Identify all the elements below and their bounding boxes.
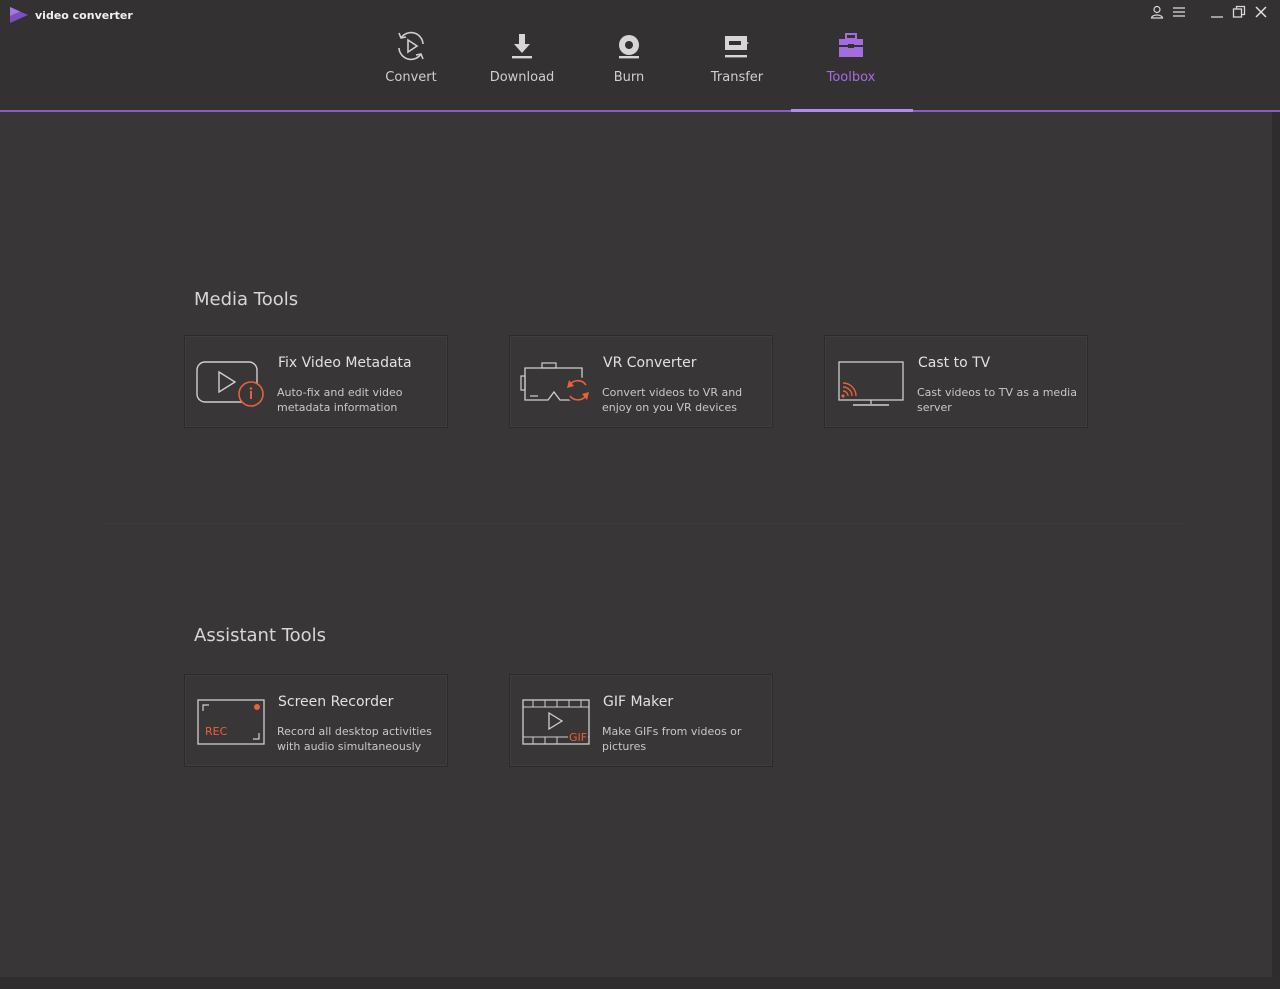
card-title: Fix Video Metadata xyxy=(278,355,412,371)
window-controls xyxy=(1146,3,1272,21)
card-description: Cast videos to TV as a media server xyxy=(917,386,1077,414)
card-title: VR Converter xyxy=(603,355,697,371)
section-divider xyxy=(104,523,1188,524)
screen-record-icon: REC xyxy=(197,699,265,745)
status-bar xyxy=(0,977,1280,989)
video-info-icon xyxy=(196,361,264,407)
logo-play-icon xyxy=(10,7,28,23)
cast-to-tv-card[interactable]: Cast to TV Cast videos to TV as a media … xyxy=(824,335,1088,428)
vr-headset-icon xyxy=(520,362,591,403)
card-title: GIF Maker xyxy=(603,694,674,710)
rec-label: REC xyxy=(205,725,228,738)
tab-transfer[interactable]: Transfer xyxy=(706,28,768,110)
gif-maker-card[interactable]: GIF GIF Maker Make GIFs from videos or p… xyxy=(509,674,773,767)
tab-label: Download xyxy=(489,70,555,85)
cast-tv-icon xyxy=(838,361,904,406)
download-icon xyxy=(505,28,539,64)
gif-label: GIF xyxy=(569,731,587,744)
transfer-icon xyxy=(720,28,754,64)
card-description: Convert videos to VR and enjoy on you VR… xyxy=(602,386,743,414)
disc-icon xyxy=(612,28,646,64)
tab-burn[interactable]: Burn xyxy=(604,28,654,110)
main-tabs: Convert Download Burn Transfer Toolbox xyxy=(0,28,1280,110)
fix-video-metadata-card[interactable]: Fix Video Metadata Auto-fix and edit vid… xyxy=(184,335,448,428)
tab-download[interactable]: Download xyxy=(487,28,557,110)
section-title-assistant-tools: Assistant Tools xyxy=(194,625,327,646)
top-bar: video converter Convert Download Burn Tr… xyxy=(0,0,1280,110)
close-icon[interactable] xyxy=(1250,3,1272,21)
toolbox-panel xyxy=(0,112,1272,977)
tab-label: Toolbox xyxy=(826,70,876,85)
account-icon[interactable] xyxy=(1146,3,1168,21)
tab-convert[interactable]: Convert xyxy=(381,28,441,110)
screen-recorder-card[interactable]: REC Screen Recorder Record all desktop a… xyxy=(184,674,448,767)
convert-icon xyxy=(394,28,428,64)
card-title: Cast to TV xyxy=(918,355,991,371)
section-title-media-tools: Media Tools xyxy=(194,289,299,310)
toolbox-icon xyxy=(834,28,868,64)
gif-film-icon: GIF xyxy=(522,699,590,745)
app-title: video converter xyxy=(35,8,133,22)
card-title: Screen Recorder xyxy=(278,694,394,710)
app-logo: video converter xyxy=(9,6,133,24)
menu-icon[interactable] xyxy=(1168,3,1190,21)
card-description: Make GIFs from videos or pictures xyxy=(602,725,742,753)
minimize-icon[interactable] xyxy=(1206,3,1228,21)
vr-converter-card[interactable]: VR Converter Convert videos to VR and en… xyxy=(509,335,773,428)
card-description: Record all desktop activities with audio… xyxy=(277,725,432,753)
tab-label: Burn xyxy=(613,70,645,85)
tab-label: Convert xyxy=(385,70,437,85)
card-description: Auto-fix and edit video metadata informa… xyxy=(277,386,403,414)
restore-icon[interactable] xyxy=(1228,3,1250,21)
tab-toolbox[interactable]: Toolbox xyxy=(820,28,882,110)
scrollbar[interactable] xyxy=(1272,112,1280,977)
tab-label: Transfer xyxy=(710,70,764,85)
